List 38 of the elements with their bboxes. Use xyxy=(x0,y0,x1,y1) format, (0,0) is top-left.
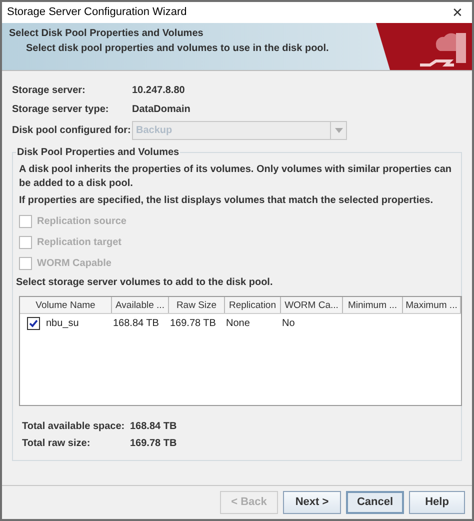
column-header[interactable]: Maximum ... xyxy=(403,297,461,313)
checkbox-label: Replication target xyxy=(37,236,122,250)
dropdown-arrow-icon xyxy=(334,128,342,132)
column-header[interactable]: Raw Size xyxy=(169,297,225,313)
table-cell-text: 168.84 TB xyxy=(112,316,160,330)
table-cell-text: None xyxy=(225,316,251,330)
column-header[interactable]: Minimum ... xyxy=(343,297,403,313)
close-button[interactable]: ✕ xyxy=(448,2,467,22)
wizard-button[interactable]: Next > xyxy=(283,491,341,514)
wizard-button[interactable]: Cancel xyxy=(346,491,404,514)
column-header[interactable]: WORM Ca... xyxy=(281,297,343,313)
group-title: Disk Pool Properties and Volumes xyxy=(16,146,180,159)
field-value: DataDomain xyxy=(132,103,190,117)
table-row[interactable]: nbu_su 168.84 TB 169.78 TB None No xyxy=(20,314,461,332)
description-text: If properties are specified, the list displays volumes that match the selected properties. xyxy=(19,194,434,208)
total-value: 169.78 TB xyxy=(130,437,177,451)
checkbox[interactable] xyxy=(27,316,40,330)
table-cell-text: nbu_su xyxy=(46,316,79,330)
total-label: Total available space: xyxy=(22,420,126,434)
field-label: Disk pool configured for: xyxy=(12,124,132,138)
column-header[interactable]: Available ... xyxy=(112,297,169,313)
column-header[interactable]: Replication xyxy=(225,297,281,313)
table-caption: Select storage server volumes to add to the disk pool. xyxy=(16,276,274,290)
table-cell-text: No xyxy=(281,316,296,330)
table-cell-text: 169.78 TB xyxy=(169,316,217,330)
checkbox-label: Replication source xyxy=(37,215,126,229)
wizard-button[interactable]: Help xyxy=(409,491,465,514)
description-text: A disk pool inherits the properties of its volumes. Only volumes with similar properties can be added to a disk pool. xyxy=(19,163,453,191)
field-label: Storage server: xyxy=(12,84,86,98)
total-value: 168.84 TB xyxy=(130,420,177,434)
field-value: 10.247.8.80 xyxy=(132,84,185,98)
column-header[interactable]: Volume Name xyxy=(20,297,112,313)
window-title: Storage Server Configuration Wizard xyxy=(7,5,187,20)
checkbox-label: WORM Capable xyxy=(37,257,112,271)
total-label: Total raw size: xyxy=(22,437,92,451)
page-subtitle: Select disk pool properties and volumes to use in the disk pool. xyxy=(25,42,330,56)
field-label: Storage server type: xyxy=(12,103,110,117)
page-title: Select Disk Pool Properties and Volumes xyxy=(9,27,204,41)
